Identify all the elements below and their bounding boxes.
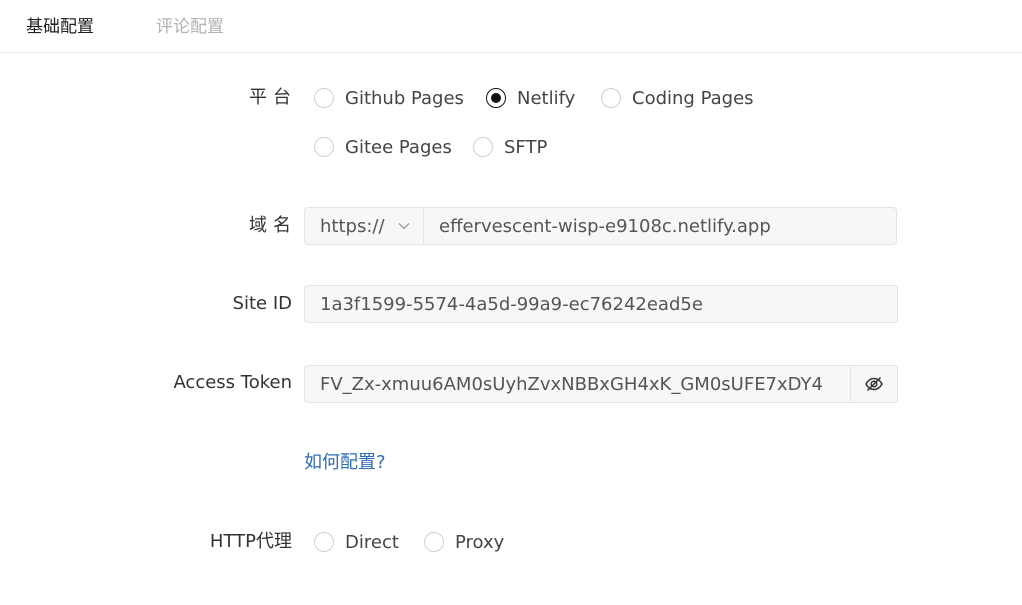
http-proxy-label: HTTP代理: [209, 531, 292, 552]
access-token-label: Access Token: [173, 372, 292, 393]
radio-circle[interactable]: [314, 137, 334, 157]
radio-direct[interactable]: Direct: [314, 530, 399, 554]
radio-label: Proxy: [455, 531, 505, 553]
site-id-input[interactable]: 1a3f1599-5574-4a5d-99a9-ec76242ead5e: [304, 285, 898, 323]
domain-label: 域名: [249, 215, 297, 236]
how-to-configure-link[interactable]: 如何配置?: [304, 451, 386, 475]
tab-bar: 基础配置 评论配置: [0, 0, 1022, 53]
radio-label: Github Pages: [345, 87, 464, 109]
toggle-visibility-button[interactable]: [850, 365, 898, 403]
radio-circle[interactable]: [424, 532, 444, 552]
radio-circle[interactable]: [601, 88, 621, 108]
tab-comment-config[interactable]: 评论配置: [156, 15, 224, 39]
chevron-down-icon: [398, 223, 409, 230]
radio-label: Netlify: [517, 87, 576, 109]
radio-circle-checked[interactable]: [486, 88, 506, 108]
radio-netlify[interactable]: Netlify: [486, 86, 575, 110]
radio-coding-pages[interactable]: Coding Pages: [601, 86, 754, 110]
radio-proxy[interactable]: Proxy: [424, 530, 504, 554]
radio-label: Direct: [345, 531, 399, 553]
radio-gitee-pages[interactable]: Gitee Pages: [314, 135, 452, 159]
radio-label: Gitee Pages: [345, 136, 452, 158]
protocol-value: https://: [320, 215, 385, 237]
radio-circle[interactable]: [473, 137, 493, 157]
eye-slash-icon: [865, 376, 883, 392]
access-token-input[interactable]: FV_Zx-xmuu6AM0sUyhZvxNBBxGH4xK_GM0sUFE7x…: [304, 365, 851, 403]
domain-input[interactable]: effervescent-wisp-e9108c.netlify.app: [423, 207, 897, 245]
protocol-select[interactable]: https://: [304, 207, 423, 245]
radio-label: SFTP: [504, 136, 548, 158]
radio-sftp[interactable]: SFTP: [473, 135, 547, 159]
radio-label: Coding Pages: [632, 87, 754, 109]
tab-basic-config[interactable]: 基础配置: [26, 15, 94, 39]
site-id-label: Site ID: [232, 293, 292, 314]
radio-github-pages[interactable]: Github Pages: [314, 86, 464, 110]
radio-circle[interactable]: [314, 532, 334, 552]
radio-circle[interactable]: [314, 88, 334, 108]
platform-label: 平台: [249, 87, 297, 108]
